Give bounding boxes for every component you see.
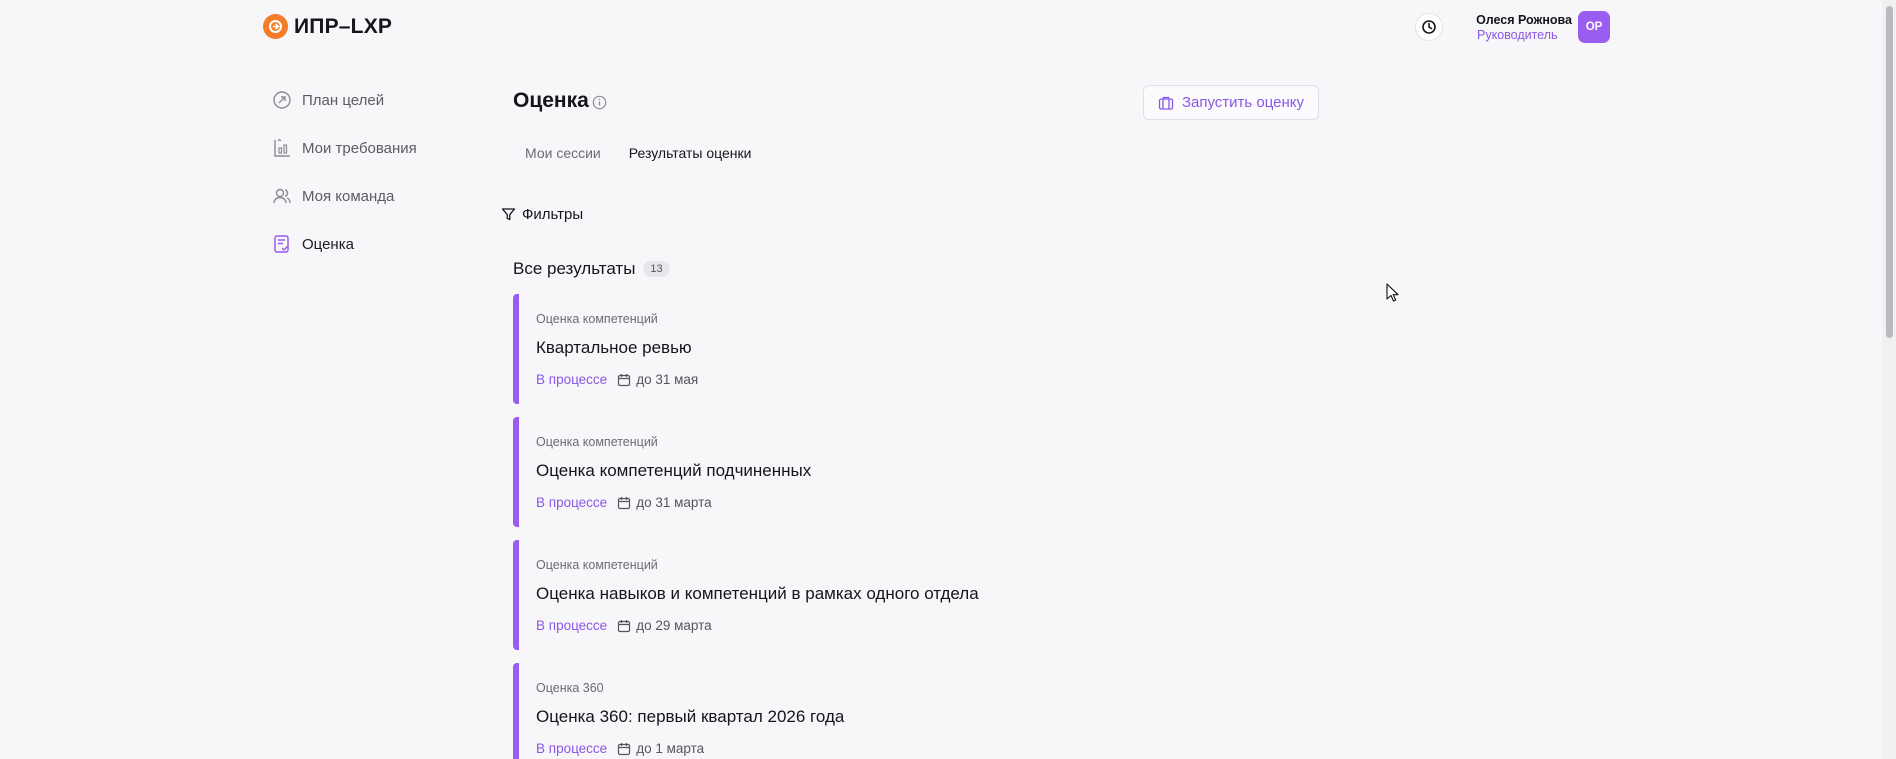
launch-assessment-button[interactable]: Запустить оценку xyxy=(1143,85,1319,120)
due-date: до 29 марта xyxy=(617,618,712,633)
status-badge: В процессе xyxy=(536,495,608,510)
calendar-icon xyxy=(618,373,631,386)
briefcase-icon xyxy=(1158,96,1174,110)
launch-assessment-label: Запустить оценку xyxy=(1181,94,1305,111)
page-title: Оценка xyxy=(513,89,589,112)
filters-label: Фильтры xyxy=(522,206,584,223)
card-meta: В процессе до 1 марта xyxy=(536,741,704,756)
result-card[interactable]: Оценка 360 Оценка 360: первый квартал 20… xyxy=(513,663,1113,759)
goal-arrow-icon xyxy=(272,90,292,110)
user-menu[interactable]: Олеся Рожнова Руководитель ОР xyxy=(1476,11,1610,45)
info-icon[interactable] xyxy=(592,95,607,115)
calendar-icon xyxy=(618,496,631,509)
mouse-cursor-icon xyxy=(1386,283,1399,302)
assessment-checklist-icon xyxy=(272,234,292,254)
logo-mark-icon xyxy=(263,14,288,39)
count-badge: 13 xyxy=(643,261,670,277)
section-title: Все результаты xyxy=(513,259,636,278)
scrollbar-thumb[interactable] xyxy=(1886,6,1893,338)
due-date: до 1 марта xyxy=(617,741,704,756)
sidebar-item-label: Мои требования xyxy=(302,139,417,157)
card-type: Оценка компетенций xyxy=(536,435,658,449)
card-meta: В процессе до 31 мая xyxy=(536,372,698,387)
user-name: Олеся Рожнова xyxy=(1476,13,1572,27)
sidebar-item-requirements[interactable]: Мои требования xyxy=(272,124,472,172)
user-role: Руководитель xyxy=(1477,28,1558,42)
sidebar-item-team[interactable]: Моя команда xyxy=(272,172,472,220)
tab-my-sessions[interactable]: Мои сессии xyxy=(525,145,601,161)
tab-assessment-results[interactable]: Результаты оценки xyxy=(629,145,752,161)
card-title: Оценка навыков и компетенций в рамках од… xyxy=(536,584,979,603)
result-card[interactable]: Оценка компетенций Квартальное ревью В п… xyxy=(513,294,1113,409)
filter-icon xyxy=(501,208,516,221)
due-date: до 31 марта xyxy=(617,495,712,510)
filters-button[interactable]: Фильтры xyxy=(501,206,583,223)
sidebar-item-label: Оценка xyxy=(302,235,354,253)
sidebar-item-label: Моя команда xyxy=(302,187,395,205)
due-date-text: до 1 марта xyxy=(636,741,705,756)
tabs: Мои сессии Результаты оценки xyxy=(525,145,751,161)
logo-text: ИПР–LXP xyxy=(294,14,393,38)
history-clock-icon xyxy=(1422,20,1436,34)
results-header: Все результаты 13 xyxy=(513,259,670,279)
due-date-text: до 31 мая xyxy=(636,372,699,387)
scrollbar[interactable] xyxy=(1882,0,1896,759)
sidebar-item-label: План целей xyxy=(302,91,385,109)
card-type: Оценка компетенций xyxy=(536,312,658,326)
sidebar-item-assessment[interactable]: Оценка xyxy=(272,220,472,268)
card-type: Оценка 360 xyxy=(536,681,604,695)
requirements-chart-icon xyxy=(272,138,292,158)
sidebar: План целей Мои требования Моя команда Оц… xyxy=(272,76,472,268)
card-title: Оценка 360: первый квартал 2026 года xyxy=(536,707,845,726)
card-meta: В процессе до 29 марта xyxy=(536,618,712,633)
calendar-icon xyxy=(618,742,631,755)
avatar[interactable]: ОР xyxy=(1578,11,1610,43)
calendar-icon xyxy=(618,619,631,632)
card-meta: В процессе до 31 марта xyxy=(536,495,712,510)
due-date: до 31 мая xyxy=(617,372,698,387)
card-type: Оценка компетенций xyxy=(536,558,658,572)
due-date-text: до 29 марта xyxy=(636,618,712,633)
app-window: ИПР–LXP Олеся Рожнова Руководитель ОР Пл… xyxy=(0,0,1896,759)
card-title: Оценка компетенций подчиненных xyxy=(536,461,812,480)
history-button[interactable] xyxy=(1415,13,1443,41)
status-badge: В процессе xyxy=(536,741,608,756)
status-badge: В процессе xyxy=(536,372,608,387)
result-card[interactable]: Оценка компетенций Оценка навыков и комп… xyxy=(513,540,1113,655)
card-title: Квартальное ревью xyxy=(536,338,692,357)
sidebar-item-goal-plan[interactable]: План целей xyxy=(272,76,472,124)
results-list: Оценка компетенций Квартальное ревью В п… xyxy=(513,294,1113,759)
due-date-text: до 31 марта xyxy=(636,495,712,510)
logo[interactable]: ИПР–LXP xyxy=(263,14,392,39)
status-badge: В процессе xyxy=(536,618,608,633)
result-card[interactable]: Оценка компетенций Оценка компетенций по… xyxy=(513,417,1113,532)
team-icon xyxy=(272,186,292,206)
